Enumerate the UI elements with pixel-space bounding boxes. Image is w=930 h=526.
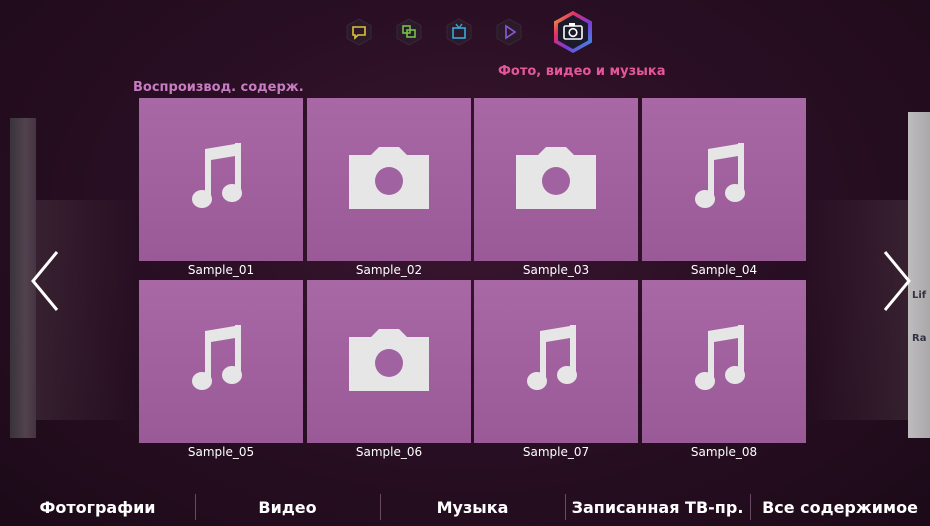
category-all-content[interactable]: Все содержимое [750,488,930,526]
category-video[interactable]: Видео [195,488,380,526]
camera-icon[interactable] [551,10,595,54]
music-note-icon [191,142,251,217]
tile-sample-03[interactable] [474,98,638,261]
tile-label: Sample_03 [522,263,590,277]
camera-icon [516,146,596,213]
tile-sample-02[interactable] [307,98,471,261]
tile-label: Sample_04 [690,263,758,277]
tile-label: Sample_02 [355,263,423,277]
tile-label: Sample_08 [690,445,758,459]
bottom-category-nav: Фотографии Видео Музыка Записанная ТВ-пр… [0,488,930,526]
category-recorded-tv[interactable]: Записанная ТВ-пр. [565,488,750,526]
camera-icon [349,328,429,395]
panel-selector [345,10,610,54]
tile-sample-06[interactable] [307,280,471,443]
tile-sample-07[interactable] [474,280,638,443]
previous-arrow-icon[interactable] [30,250,60,312]
tile-sample-05[interactable] [139,280,303,443]
left-panel-title: Воспроизвод. содерж. [133,80,304,95]
chat-icon[interactable] [345,18,373,46]
tile-sample-04[interactable] [642,98,806,261]
tile-label: Sample_06 [355,445,423,459]
music-note-icon [694,142,754,217]
tile-sample-01[interactable] [139,98,303,261]
camera-icon [349,146,429,213]
tile-label: Sample_05 [187,445,255,459]
tile-label: Sample_07 [522,445,590,459]
tile-sample-08[interactable] [642,280,806,443]
next-arrow-icon[interactable] [882,250,912,312]
music-note-icon [526,324,586,399]
play-icon[interactable] [495,18,523,46]
tv-icon[interactable] [445,18,473,46]
category-music[interactable]: Музыка [380,488,565,526]
category-photos[interactable]: Фотографии [0,488,195,526]
next-panel-label-2: Ra [912,333,927,344]
music-note-icon [191,324,251,399]
active-panel-title: Фото, видео и музыка [498,64,666,79]
music-note-icon [694,324,754,399]
tile-label: Sample_01 [187,263,255,277]
multi-screen-icon[interactable] [395,18,423,46]
next-panel-label-1: Lif [912,290,927,301]
